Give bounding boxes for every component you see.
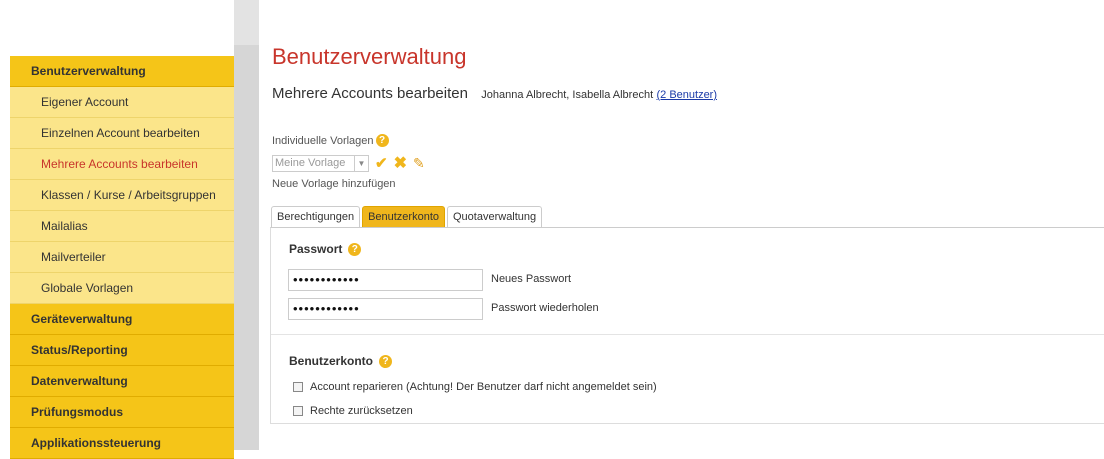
sidebar-section-pruefungsmodus[interactable]: Prüfungsmodus <box>10 397 234 428</box>
new-password-input[interactable]: •••••••••••• <box>288 269 483 291</box>
password-section-title: Passwort ? <box>289 242 362 256</box>
reset-rights-checkbox[interactable] <box>293 406 303 416</box>
sidebar-item-eigener-account[interactable]: Eigener Account <box>10 87 234 118</box>
templates-controls: Meine Vorlage ▼ ✔ ✖ ✎ <box>272 153 425 173</box>
sidebar-item-klassen-kurse[interactable]: Klassen / Kurse / Arbeitsgruppen <box>10 180 234 211</box>
help-icon[interactable]: ? <box>375 134 389 147</box>
sidebar: Benutzerverwaltung Eigener Account Einze… <box>0 0 234 459</box>
sidebar-item-globale-vorlagen[interactable]: Globale Vorlagen <box>10 273 234 304</box>
check-icon[interactable]: ✔ <box>375 154 388 172</box>
tab-benutzerkonto[interactable]: Benutzerkonto <box>362 206 445 227</box>
sidebar-section-applikationssteuerung[interactable]: Applikationssteuerung <box>10 428 234 459</box>
new-password-label: Neues Passwort <box>491 273 572 285</box>
users-count-link[interactable]: (2 Benutzer) <box>656 89 717 101</box>
page-title: Benutzerverwaltung <box>272 44 467 69</box>
subtitle-row: Mehrere Accounts bearbeiten Johanna Albr… <box>272 85 717 102</box>
gutter-strip <box>234 45 259 450</box>
repair-account-checkbox[interactable] <box>293 382 303 392</box>
sidebar-section-benutzerverwaltung[interactable]: Benutzerverwaltung <box>10 56 234 87</box>
sidebar-section-datenverwaltung[interactable]: Datenverwaltung <box>10 366 234 397</box>
account-title-label: Benutzerkonto <box>289 354 373 368</box>
sidebar-gutter <box>234 0 259 450</box>
sidebar-item-einzelnen-account[interactable]: Einzelnen Account bearbeiten <box>10 118 234 149</box>
tab-bar: Berechtigungen Benutzerkonto Quotaverwal… <box>271 206 543 227</box>
add-template-link[interactable]: Neue Vorlage hinzufügen <box>272 178 396 190</box>
help-icon[interactable]: ? <box>379 354 392 368</box>
template-select-value: Meine Vorlage <box>275 156 346 169</box>
reset-rights-label: Rechte zurücksetzen <box>310 405 413 417</box>
pencil-icon[interactable]: ✎ <box>413 155 425 172</box>
template-select[interactable]: Meine Vorlage ▼ <box>272 154 369 172</box>
delete-icon[interactable]: ✖ <box>394 153 407 173</box>
templates-label-row: Individuelle Vorlagen ? <box>272 134 389 147</box>
reset-rights-row: Rechte zurücksetzen <box>293 405 413 417</box>
sidebar-section-geraeteverwaltung[interactable]: Geräteverwaltung <box>10 304 234 335</box>
page-subtitle: Mehrere Accounts bearbeiten <box>272 85 468 102</box>
tab-panel: Passwort ? •••••••••••• Neues Passwort •… <box>270 227 1104 424</box>
tab-quotaverwaltung[interactable]: Quotaverwaltung <box>447 206 543 227</box>
account-section-title: Benutzerkonto ? <box>289 354 392 368</box>
password-title-label: Passwort <box>289 242 343 256</box>
selected-users: Johanna Albrecht, Isabella Albrecht <box>481 89 654 101</box>
sidebar-item-mailalias[interactable]: Mailalias <box>10 211 234 242</box>
sidebar-section-status-reporting[interactable]: Status/Reporting <box>10 335 234 366</box>
templates-label: Individuelle Vorlagen <box>272 134 374 147</box>
repeat-password-input[interactable]: •••••••••••• <box>288 298 483 320</box>
sidebar-item-mehrere-accounts[interactable]: Mehrere Accounts bearbeiten <box>10 149 234 180</box>
main-content: Benutzerverwaltung Mehrere Accounts bear… <box>259 10 1104 450</box>
chevron-down-icon[interactable]: ▼ <box>354 155 368 171</box>
repair-account-row: Account reparieren (Achtung! Der Benutze… <box>293 381 657 393</box>
repair-account-label: Account reparieren (Achtung! Der Benutze… <box>310 381 657 393</box>
sidebar-item-mailverteiler[interactable]: Mailverteiler <box>10 242 234 273</box>
section-divider <box>271 334 1104 335</box>
help-icon[interactable]: ? <box>348 242 362 256</box>
sidebar-nav: Benutzerverwaltung Eigener Account Einze… <box>10 56 234 459</box>
repeat-password-label: Passwort wiederholen <box>491 302 599 314</box>
tab-berechtigungen[interactable]: Berechtigungen <box>271 206 361 227</box>
